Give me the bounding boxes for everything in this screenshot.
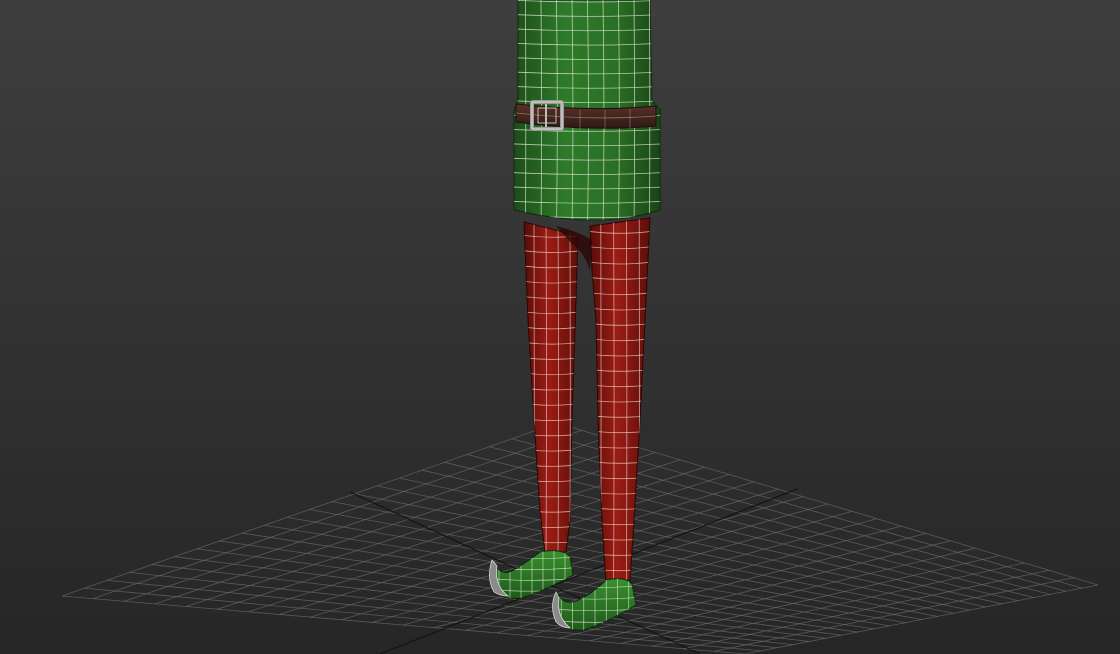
viewport-canvas[interactable] <box>0 0 1120 654</box>
perspective-viewport[interactable] <box>0 0 1120 654</box>
